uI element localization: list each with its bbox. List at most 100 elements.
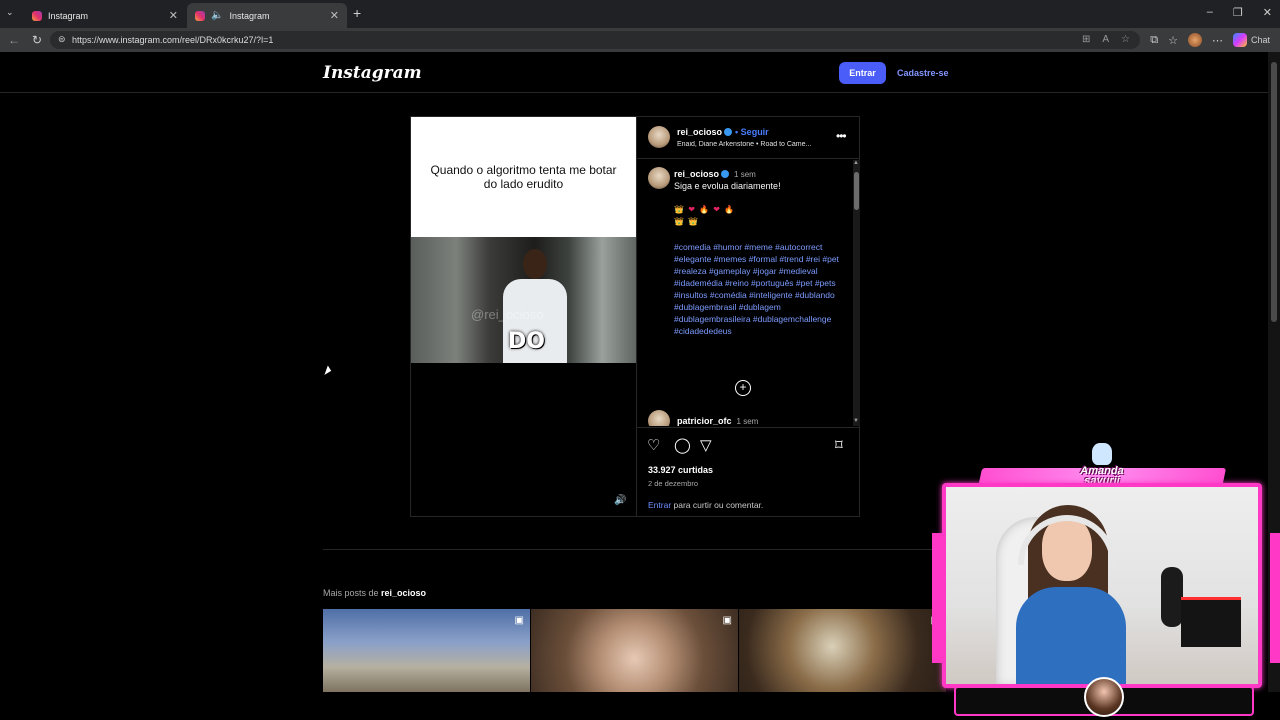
comments-section: rei_ocioso 1 sem Siga e evolua diariament… <box>637 160 860 426</box>
reel-icon: ▣ <box>722 615 732 626</box>
like-heart-icon[interactable]: ♡ <box>647 436 660 454</box>
author-line: rei_ocioso • Seguir <box>677 127 769 137</box>
collections-icon[interactable]: ☆ <box>1168 34 1178 47</box>
cat-mascot-icon <box>1092 443 1112 465</box>
post-sidebar: rei_ocioso • Seguir Enaid, Diane Arkensto… <box>636 117 860 516</box>
comment-username[interactable]: patricior_ofc <box>677 416 732 426</box>
verified-badge-icon <box>724 127 733 136</box>
url-text: https://www.instagram.com/reel/DRx0kcrku… <box>72 35 274 45</box>
minimize-icon[interactable]: – <box>1207 6 1213 19</box>
login-button[interactable]: Entrar <box>839 62 886 84</box>
likes-count[interactable]: 33.927 curtidas <box>648 465 713 475</box>
extensions-icon[interactable]: ⧉ <box>1150 34 1158 47</box>
meme-caption-panel: Quando o algoritmo tenta me botar do lad… <box>411 117 636 237</box>
section-divider <box>323 549 943 550</box>
share-send-icon[interactable]: ▽ <box>700 436 712 454</box>
video-subtitle: DO <box>508 329 545 354</box>
audio-toggle-icon[interactable]: 🔊 <box>614 495 626 506</box>
more-posts-grid: ▣ ▣ ▣ <box>323 609 946 692</box>
caption-time: 1 sem <box>734 170 756 179</box>
post-date: 2 de dezembro <box>648 479 699 488</box>
browser-tab-bar: ⌄ Instagram ✕ 🔈 Instagram ✕ + – ❐ ✕ <box>0 0 1280 28</box>
instagram-favicon-icon <box>32 10 42 21</box>
emoji-row: 👑 ❤ 🔥 ❤ 🔥 <box>674 205 736 214</box>
audio-info[interactable]: Enaid, Diane Arkenstone • Road to Came..… <box>677 141 837 148</box>
scroll-up-icon[interactable]: ▲ <box>853 160 859 166</box>
signup-link[interactable]: Cadastre-se <box>897 68 949 78</box>
video-watermark: @rei_ocioso <box>471 307 544 322</box>
post-thumbnail[interactable]: ▣ <box>323 609 530 692</box>
meme-caption: Quando o algoritmo tenta me botar do lad… <box>430 163 617 191</box>
address-bar-row: ← ↻ ⊜ https://www.instagram.com/reel/DRx… <box>0 28 1280 52</box>
scroll-down-icon[interactable]: ▼ <box>853 418 859 424</box>
login-prompt-link[interactable]: Entrar <box>648 500 671 510</box>
window-controls: – ❐ ✕ <box>1207 6 1272 19</box>
verified-badge-icon <box>721 169 730 178</box>
author-avatar[interactable] <box>648 126 670 148</box>
more-posts-prefix: Mais posts de <box>323 588 382 598</box>
back-icon[interactable]: ← <box>8 33 20 47</box>
close-window-icon[interactable]: ✕ <box>1263 6 1272 19</box>
reel-video[interactable]: Quando o algoritmo tenta me botar do lad… <box>411 117 636 516</box>
more-options-icon[interactable]: ••• <box>836 129 847 143</box>
copilot-chat-button[interactable]: Chat <box>1232 33 1270 47</box>
app-install-icon[interactable]: ⊞ <box>1082 34 1090 45</box>
frame-side-decoration <box>932 533 942 663</box>
post-actions: ♡ ◯ ▽ ⌑ 33.927 curtidas 2 de dezembro En… <box>637 427 860 516</box>
webcam-overlay: Amanda sayurii <box>932 443 1280 720</box>
post-thumbnail[interactable]: ▣ <box>739 609 946 692</box>
toolbar-right: ⧉ ☆ ⋯ Chat <box>1150 33 1270 47</box>
more-posts-heading: Mais posts de rei_ocioso <box>323 588 426 598</box>
reload-icon[interactable]: ↻ <box>32 33 42 47</box>
copilot-icon <box>1232 33 1247 47</box>
speaker-icon[interactable]: 🔈 <box>211 10 223 21</box>
follow-button[interactable]: • Seguir <box>735 127 769 137</box>
comment-bubble-icon[interactable]: ◯ <box>674 436 691 454</box>
comments-scrollbar[interactable]: ▲ ▼ <box>853 160 860 426</box>
webcam-frame <box>942 483 1262 688</box>
emoji-row: 👑 👑 <box>674 217 700 226</box>
settings-menu-icon[interactable]: ⋯ <box>1212 34 1223 47</box>
instagram-favicon-icon <box>195 10 205 21</box>
profile-avatar[interactable] <box>1187 33 1202 47</box>
commenter-avatar[interactable] <box>648 410 670 426</box>
reel-post: Quando o algoritmo tenta me botar do lad… <box>410 116 860 517</box>
login-prompt: Entrar para curtir ou comentar. <box>648 500 860 510</box>
save-bookmark-icon[interactable]: ⌑ <box>835 436 843 454</box>
scrollbar-thumb[interactable] <box>854 172 859 210</box>
restore-icon[interactable]: ❐ <box>1233 6 1243 19</box>
load-more-comments-icon[interactable]: + <box>735 380 751 396</box>
caption-hashtags[interactable]: #comedia #humor #meme #autocorrect #eleg… <box>674 241 844 337</box>
close-tab-icon[interactable]: ✕ <box>330 9 339 22</box>
caption-avatar[interactable] <box>648 167 670 189</box>
frame-side-decoration <box>1270 533 1280 663</box>
site-info-icon[interactable]: ⊜ <box>58 34 66 45</box>
new-tab-icon[interactable]: + <box>353 5 361 21</box>
webcam-video <box>946 487 1258 684</box>
author-username[interactable]: rei_ocioso <box>677 127 722 137</box>
read-aloud-icon[interactable]: A <box>1102 34 1109 45</box>
instagram-logo[interactable]: Instagram <box>323 63 422 83</box>
mouse-cursor <box>324 365 333 377</box>
address-field[interactable]: ⊜ https://www.instagram.com/reel/DRx0kcr… <box>50 31 1140 49</box>
tab-title: Instagram <box>229 10 270 21</box>
post-author-header: rei_ocioso • Seguir Enaid, Diane Arkensto… <box>637 117 860 159</box>
tab-list-chevron-icon[interactable]: ⌄ <box>6 7 14 18</box>
chat-label: Chat <box>1250 35 1270 45</box>
tab-title: Instagram <box>48 10 89 21</box>
close-tab-icon[interactable]: ✕ <box>169 9 178 22</box>
post-thumbnail[interactable]: ▣ <box>531 609 738 692</box>
more-posts-username[interactable]: rei_ocioso <box>381 588 426 598</box>
caption-text: Siga e evolua diariamente! <box>674 181 781 191</box>
browser-tab-active[interactable]: 🔈 Instagram ✕ <box>187 3 347 28</box>
comment-time: 1 sem <box>736 417 759 426</box>
video-frame: @rei_ocioso DO <box>411 237 636 363</box>
caption-header: rei_ocioso 1 sem <box>674 169 756 179</box>
favorite-star-icon[interactable]: ☆ <box>1121 34 1130 45</box>
login-prompt-text: para curtir ou comentar. <box>671 500 764 510</box>
caption-username[interactable]: rei_ocioso <box>674 169 719 179</box>
page-scrollbar-thumb[interactable] <box>1271 62 1277 322</box>
address-actions: ⊞ A ☆ <box>1082 34 1130 45</box>
browser-tab[interactable]: Instagram ✕ <box>24 3 186 28</box>
comment-header: patricior_ofc 1 sem <box>677 416 758 426</box>
